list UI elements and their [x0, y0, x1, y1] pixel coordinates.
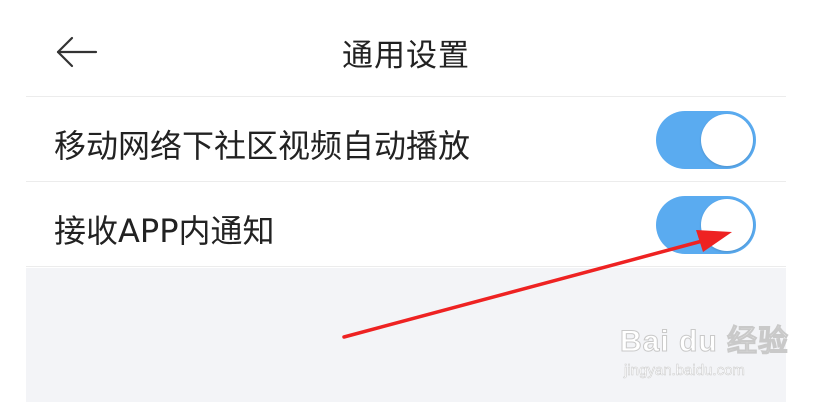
watermark-url: jingyan.baidu.com	[624, 362, 745, 380]
toggle-knob	[701, 199, 753, 251]
video-autoplay-toggle[interactable]	[656, 111, 756, 169]
baidu-jingyan-logo: Bai du 经验	[619, 325, 790, 359]
app-notification-toggle[interactable]	[656, 196, 756, 254]
page-title: 通用设置	[342, 38, 470, 74]
watermark: Bai du 经验 jingyan.baidu.com	[619, 316, 788, 386]
setting-row-app-notifications: 接收APP内通知	[26, 182, 786, 267]
setting-label: 接收APP内通知	[54, 212, 275, 250]
setting-row-video-autoplay: 移动网络下社区视频自动播放	[26, 97, 786, 182]
setting-label: 移动网络下社区视频自动播放	[54, 127, 471, 165]
toggle-knob	[701, 114, 753, 166]
screen: 通用设置 移动网络下社区视频自动播放 接收APP内通知 Bai du 经验 ji…	[0, 0, 815, 402]
header-bar: 通用设置	[26, 0, 786, 97]
